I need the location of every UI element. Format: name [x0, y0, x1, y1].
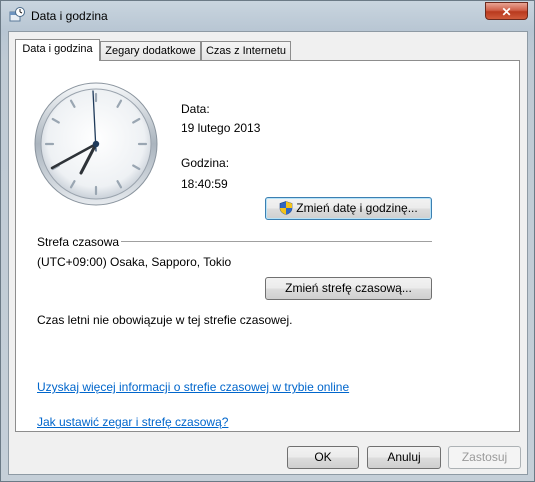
uac-shield-icon [279, 201, 293, 215]
tab-panel: Data: 19 lutego 2013 Godzina: 18:40:59 Z… [15, 60, 520, 432]
time-label: Godzina: [181, 156, 230, 170]
dst-note: Czas letni nie obowiązuje w tej strefie … [37, 313, 293, 327]
how-to-set-clock-link[interactable]: Jak ustawić zegar i strefę czasową? [37, 415, 228, 429]
tab-internet-time[interactable]: Czas z Internetu [201, 41, 291, 60]
dialog-client-area: Data i godzina Zegary dodatkowe Czas z I… [8, 31, 528, 475]
cancel-button[interactable]: Anuluj [367, 446, 441, 469]
timezone-separator [121, 241, 432, 242]
title-bar[interactable]: Data i godzina ✕ [1, 1, 534, 31]
time-value: 18:40:59 [181, 177, 228, 191]
timezone-value: (UTC+09:00) Osaka, Sapporo, Tokio [37, 255, 232, 269]
tab-additional-clocks[interactable]: Zegary dodatkowe [100, 41, 201, 60]
change-timezone-button[interactable]: Zmień strefę czasową... [265, 277, 432, 300]
analog-clock [34, 82, 158, 206]
dialog-window: Data i godzina ✕ Data i godzina Zegary d… [0, 0, 535, 482]
timezone-info-link[interactable]: Uzyskaj więcej informacji o strefie czas… [37, 380, 349, 394]
close-button[interactable]: ✕ [485, 2, 528, 20]
timezone-section-label: Strefa czasowa [37, 235, 120, 249]
ok-button[interactable]: OK [287, 446, 359, 469]
change-date-time-button[interactable]: Zmień datę i godzinę... [265, 197, 432, 220]
change-date-time-label: Zmień datę i godzinę... [296, 201, 418, 215]
date-value: 19 lutego 2013 [181, 121, 261, 135]
datetime-app-icon [9, 7, 25, 22]
date-label: Data: [181, 102, 210, 116]
tab-date-time[interactable]: Data i godzina [15, 39, 100, 61]
window-title: Data i godzina [31, 9, 108, 23]
apply-button[interactable]: Zastosuj [448, 446, 521, 469]
